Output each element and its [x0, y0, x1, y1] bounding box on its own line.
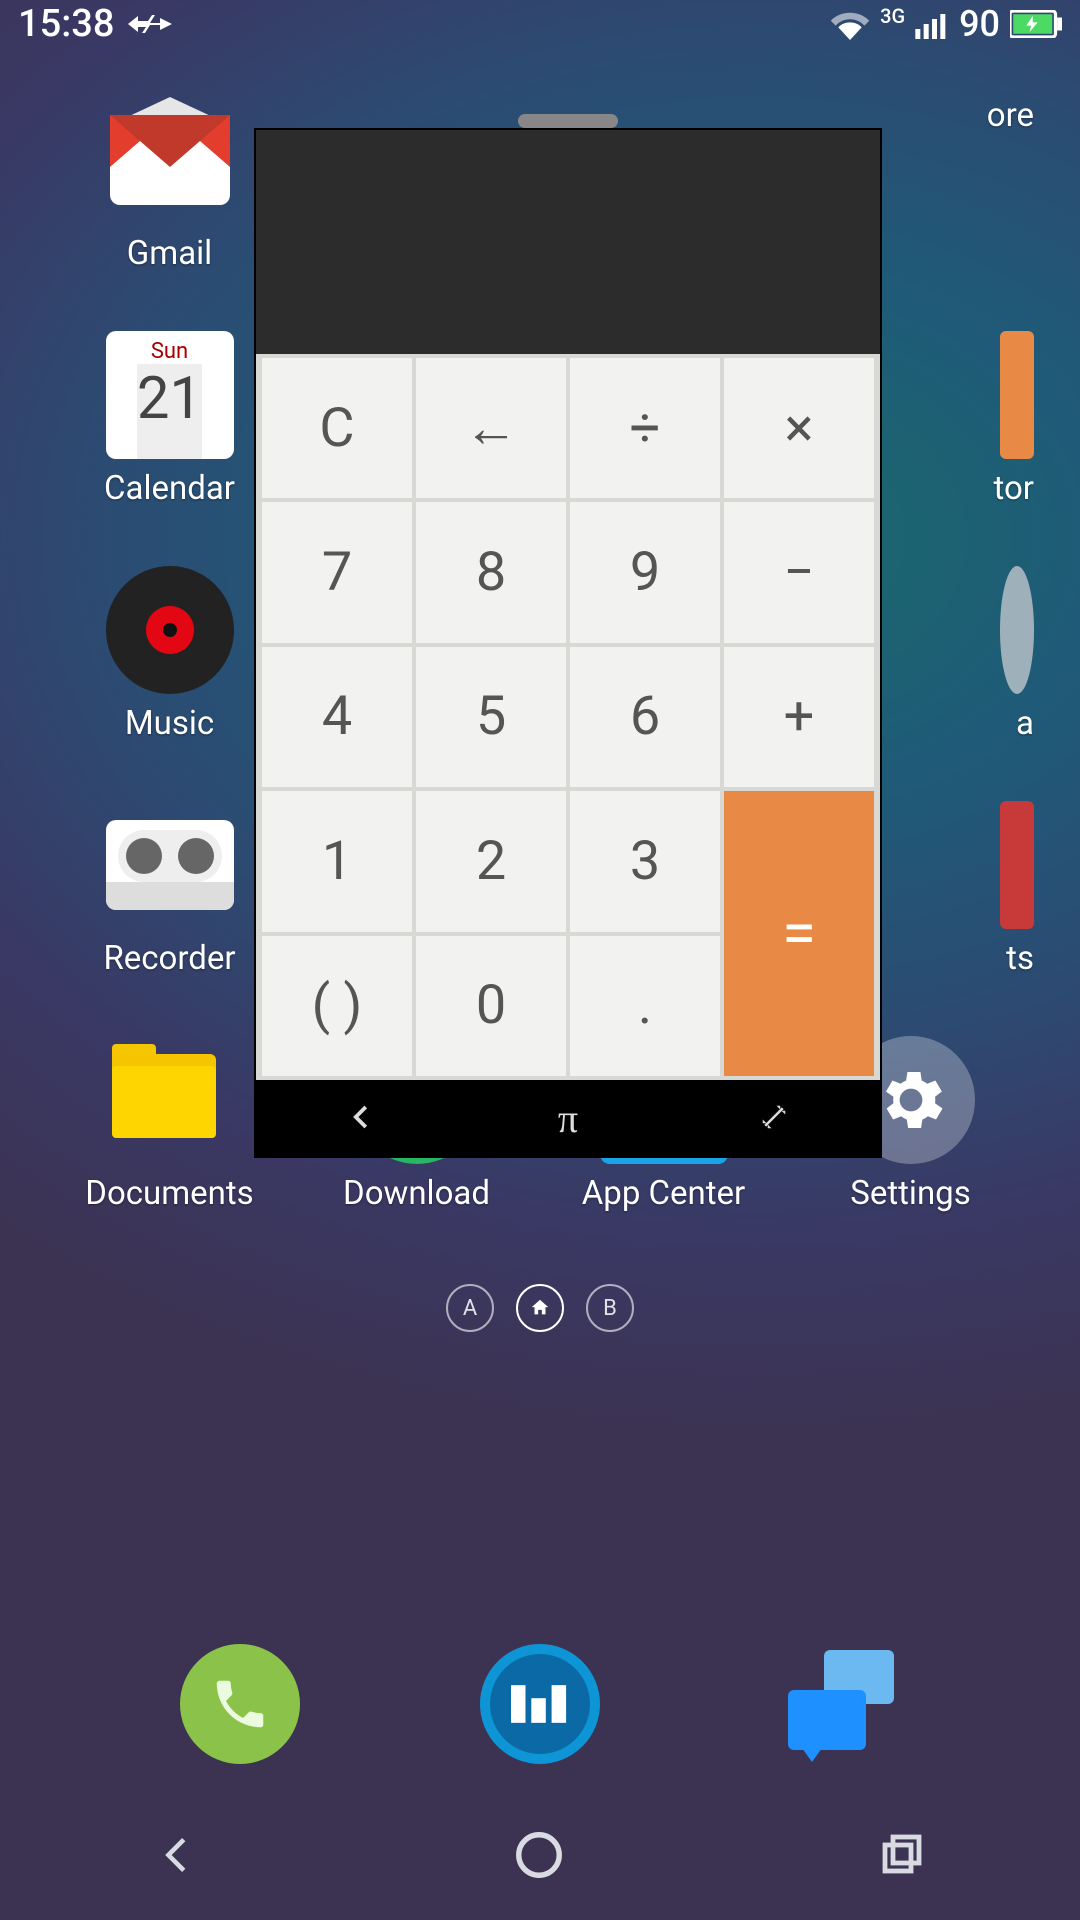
calc-key-4[interactable]: 4: [262, 647, 412, 787]
calc-key-backspace[interactable]: ←: [416, 358, 566, 498]
network-label: 3G: [880, 4, 905, 28]
partial-icon: [1000, 801, 1034, 929]
app-label: Documents: [85, 1174, 253, 1213]
app-label: App Center: [582, 1174, 745, 1213]
signal-icon: [915, 9, 949, 39]
calendar-day: 21: [137, 364, 202, 459]
partial-icon: [1000, 331, 1034, 459]
app-label: Calendar: [104, 469, 235, 508]
calc-drag-handle[interactable]: [518, 114, 618, 128]
app-label: Music: [125, 704, 214, 743]
nav-home[interactable]: [512, 1828, 566, 1886]
calc-expand-icon[interactable]: [759, 1095, 789, 1142]
battery-pct: 90: [959, 3, 1000, 45]
status-left: 15:38: [18, 2, 172, 46]
dock: [0, 1644, 1080, 1764]
wifi-icon: [830, 8, 870, 40]
calc-key-1[interactable]: 1: [262, 791, 412, 931]
calc-key-add[interactable]: +: [724, 647, 874, 787]
battery-icon: [1010, 10, 1062, 38]
calc-key-equals[interactable]: =: [724, 791, 874, 1076]
calc-key-paren[interactable]: ( ): [262, 936, 412, 1076]
calc-key-7[interactable]: 7: [262, 502, 412, 642]
gmail-icon: [106, 96, 234, 224]
app-label-partial: tor: [994, 469, 1034, 508]
dock-phone[interactable]: [180, 1644, 300, 1764]
app-label-partial: a: [1016, 704, 1034, 743]
calc-key-divide[interactable]: ÷: [570, 358, 720, 498]
app-label: Settings: [850, 1174, 971, 1213]
page-a[interactable]: A: [446, 1284, 494, 1332]
dock-browser[interactable]: [480, 1644, 600, 1764]
calc-key-0[interactable]: 0: [416, 936, 566, 1076]
calc-key-8[interactable]: 8: [416, 502, 566, 642]
page-home[interactable]: [516, 1284, 564, 1332]
page-indicator: A B: [0, 1284, 1080, 1332]
app-label: Recorder: [103, 939, 235, 978]
calc-key-6[interactable]: 6: [570, 647, 720, 787]
calc-display: [256, 130, 880, 354]
status-right: 3G 90: [830, 3, 1062, 45]
calc-keypad: C ← ÷ × 7 8 9 − 4 5 6 + 1 2 3 = ( ) 0 .: [256, 354, 880, 1080]
music-icon: [106, 566, 234, 694]
calendar-icon: Sun 21: [106, 331, 234, 459]
recorder-icon: [106, 801, 234, 929]
status-bar: 15:38 3G 90: [0, 0, 1080, 48]
calc-back-icon[interactable]: [347, 1095, 377, 1142]
calc-pi-button[interactable]: π: [558, 1095, 578, 1142]
calc-bottom-bar: π: [256, 1080, 880, 1156]
calc-key-3[interactable]: 3: [570, 791, 720, 931]
nav-recents[interactable]: [877, 1831, 925, 1883]
calc-key-clear[interactable]: C: [262, 358, 412, 498]
calc-key-2[interactable]: 2: [416, 791, 566, 931]
calendar-dow: Sun: [151, 331, 188, 364]
documents-icon: [106, 1036, 234, 1164]
partial-icon: [1000, 566, 1034, 694]
app-label: Download: [343, 1174, 490, 1213]
usb-icon: [128, 8, 172, 40]
dock-messages[interactable]: [780, 1644, 900, 1764]
calc-key-5[interactable]: 5: [416, 647, 566, 787]
nav-back[interactable]: [155, 1832, 201, 1882]
calculator-window[interactable]: C ← ÷ × 7 8 9 − 4 5 6 + 1 2 3 = ( ) 0 . …: [254, 128, 882, 1158]
calc-key-subtract[interactable]: −: [724, 502, 874, 642]
calc-key-multiply[interactable]: ×: [724, 358, 874, 498]
app-label-partial: ore: [987, 96, 1034, 135]
page-b[interactable]: B: [586, 1284, 634, 1332]
clock: 15:38: [18, 2, 114, 46]
app-label-partial: ts: [1006, 939, 1034, 978]
calc-key-9[interactable]: 9: [570, 502, 720, 642]
nav-bar: [0, 1794, 1080, 1920]
calc-key-dot[interactable]: .: [570, 936, 720, 1076]
app-label: Gmail: [127, 234, 212, 273]
